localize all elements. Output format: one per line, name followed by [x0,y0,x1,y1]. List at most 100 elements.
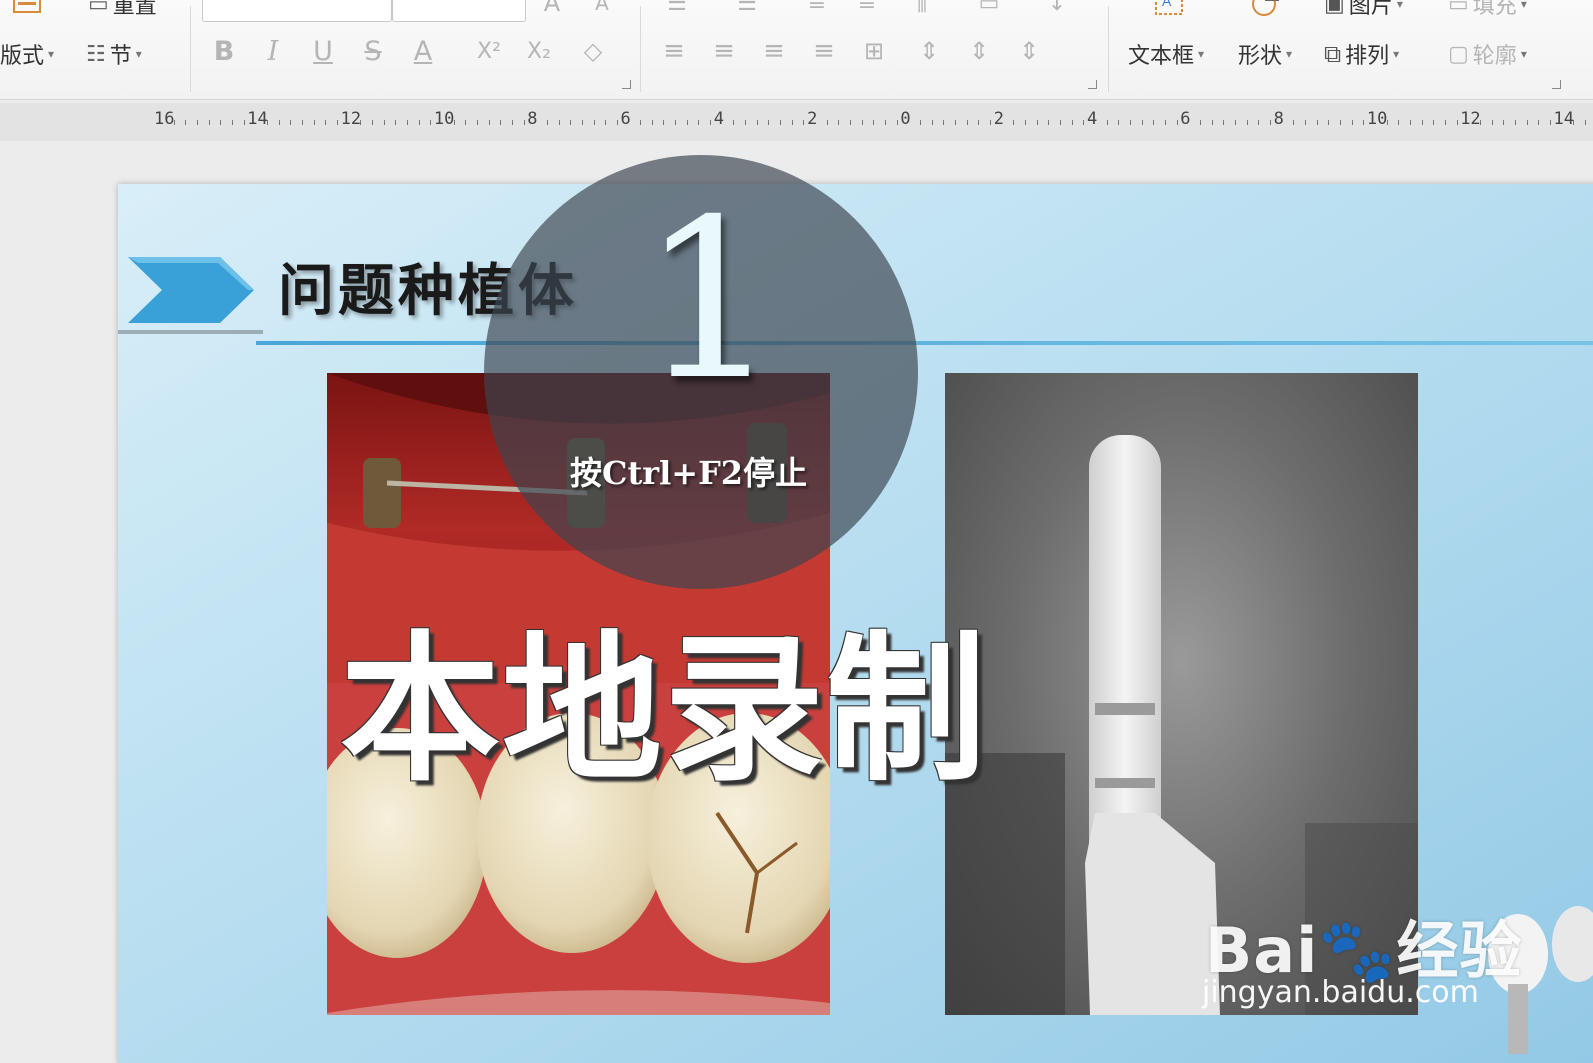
ruler-label: 14 [247,109,268,129]
ruler-tick [220,120,222,125]
ruler-tick [278,120,280,125]
align-center-icon[interactable]: ≡ [707,34,741,68]
ruler-tick [453,120,455,125]
section-icon: ☷ [86,41,106,67]
ruler-tick [570,120,572,125]
drawing-dialog-launcher[interactable] [1552,80,1561,89]
line-spacing-icon[interactable]: ↕ [1040,0,1074,20]
picture-icon: ▣ [1324,0,1345,17]
ruler-tick [1164,120,1166,125]
distribute-icon[interactable]: ⊞ [857,34,891,68]
align-right-icon[interactable]: ≡ [757,34,791,68]
reset-label: 重置 [112,0,157,19]
ruler-tick [593,120,595,125]
underline-icon[interactable]: U [306,34,340,68]
ruler-tick [476,120,478,125]
font-color-icon[interactable]: A [406,34,440,68]
reset-button[interactable]: ▭ 重置 [88,0,157,20]
ruler-tick [1398,120,1400,125]
shape-button[interactable]: 形状 ▾ [1238,38,1292,70]
bullets-icon[interactable]: ☰ [660,0,694,20]
ruler-tick [266,120,268,125]
arrange-icon: ⧉ [1324,40,1342,68]
align-left-icon[interactable]: ≡ [657,34,691,68]
outline-button[interactable]: ▢ 轮廓 ▾ [1448,38,1527,70]
chevron-down-icon: ▾ [48,47,55,61]
ruler-tick [1025,120,1027,125]
ruler-tick [1176,120,1178,125]
ruler-tick [301,120,303,125]
section-button[interactable]: ☷ 节 ▾ [86,38,142,70]
decrease-font-icon[interactable]: A [585,0,619,20]
ruler-tick [360,120,362,125]
italic-icon[interactable]: I [256,34,290,68]
ruler-tick [1048,120,1050,125]
paragraph-dialog-launcher[interactable] [1088,80,1097,89]
ruler-tick [780,120,782,125]
para-spacing-before-icon[interactable]: ⇕ [962,34,996,68]
ruler-tick [208,120,210,125]
ruler-tick [768,120,770,125]
ruler-tick [1153,120,1155,125]
font-size-box[interactable] [392,0,526,22]
ruler-label: 12 [1460,109,1481,129]
ruler-tick [558,120,560,125]
outline-label: 轮廓 [1472,44,1517,69]
bold-icon[interactable]: B [207,34,241,68]
decrease-indent-icon[interactable]: ≡ [800,0,834,20]
ruler-label: 2 [807,109,818,129]
ruler-tick [1526,120,1528,125]
ruler-tick [663,120,665,125]
ruler-label: 10 [1366,109,1388,129]
textbox-button[interactable]: 文本框 ▾ [1128,38,1204,70]
ruler-tick [850,120,852,125]
layout-icon[interactable] [10,0,44,20]
textbox-icon[interactable]: A [1152,0,1186,20]
ruler-label: 12 [340,109,362,129]
ruler-tick [465,120,467,125]
ruler-tick [861,120,863,125]
ruler-tick [803,120,805,125]
superscript-icon[interactable]: X² [472,34,506,68]
recording-stop-hint: 按Ctrl+F2停止 [570,454,808,492]
ruler-tick [920,120,922,125]
numbering-icon[interactable]: ☰ [730,0,764,20]
para-spacing-icon[interactable]: ⇕ [912,34,946,68]
font-name-box[interactable] [202,0,392,22]
ruler-tick [313,120,315,125]
picture-button[interactable]: ▣ 图片 ▾ [1324,0,1403,20]
columns-icon[interactable]: ⫼ [905,0,939,20]
ruler-tick [885,120,887,125]
shape-icon[interactable] [1248,0,1282,20]
ruler-tick [896,120,898,125]
text-direction-icon[interactable]: ▭ [972,0,1006,20]
arrange-button[interactable]: ⧉ 排列 ▾ [1324,38,1399,70]
para-spacing-after-icon[interactable]: ⇕ [1012,34,1046,68]
ruler-tick [955,120,957,125]
ruler-tick [1258,120,1260,125]
increase-font-icon[interactable]: A [535,0,569,20]
ruler-tick [1199,120,1201,125]
ruler-label: 10 [433,109,455,129]
justify-icon[interactable]: ≡ [807,34,841,68]
ruler-tick [1456,120,1458,125]
clear-format-icon[interactable]: ◇ [576,34,610,68]
layout-button[interactable]: 版式 ▾ [0,38,54,70]
ruler-tick [336,120,338,125]
ruler-tick [1118,120,1120,125]
chevron-down-icon: ▾ [1393,47,1400,61]
fill-button[interactable]: ▭ 填充 ▾ [1448,0,1527,20]
ruler-tick [1234,120,1236,125]
ruler-tick [931,120,933,125]
ruler-tick [1386,120,1388,125]
font-dialog-launcher[interactable] [622,80,631,89]
ruler-label: 16 [154,109,175,129]
divider [190,6,191,92]
subscript-icon[interactable]: X₂ [522,34,556,68]
strikethrough-icon[interactable]: S [356,34,390,68]
ruler-tick [698,120,700,125]
ruler-tick [173,120,175,125]
increase-indent-icon[interactable]: ≡ [850,0,884,20]
horizontal-ruler[interactable]: 16 14 12 10 8 6 4 2 0 2 4 6 8 10 12 14 [0,103,1593,141]
ruler-tick [1584,120,1586,125]
